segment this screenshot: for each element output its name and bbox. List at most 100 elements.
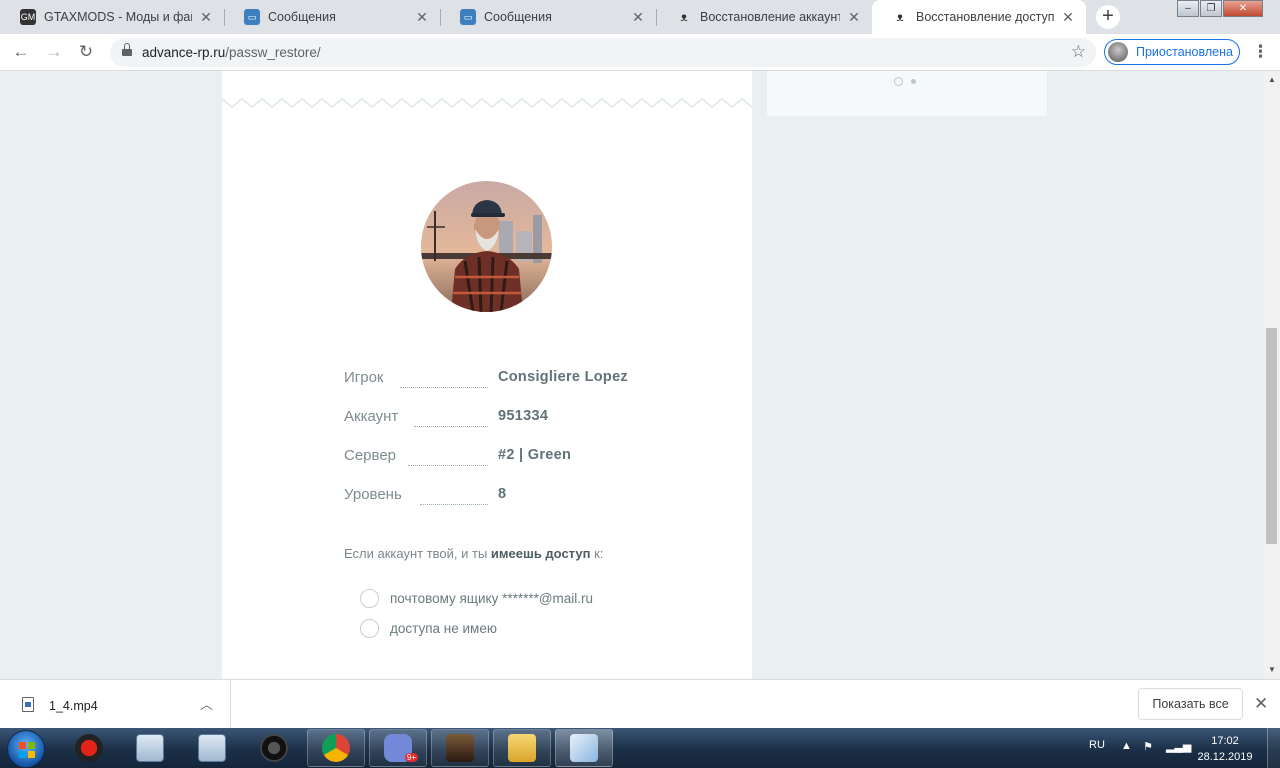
language-indicator[interactable]: RU: [1089, 739, 1105, 751]
tab-access-restore[interactable]: ᴥ Восстановление доступа | A ✕: [872, 0, 1086, 34]
downloads-bar: 1_4.mp4 ︿ Показать все ✕: [0, 679, 1280, 729]
field-value: Consigliere Lopez: [498, 369, 628, 385]
dotted-leader: [408, 464, 488, 466]
option-email[interactable]: почтовому ящику *******@mail.ru: [360, 588, 593, 608]
taskbar-app-notepad-2[interactable]: [183, 729, 241, 767]
maximize-button[interactable]: ❐: [1200, 0, 1222, 17]
radio-button[interactable]: [360, 618, 379, 638]
taskbar-app-explorer[interactable]: [493, 729, 551, 767]
reload-icon[interactable]: ↻: [74, 40, 98, 64]
slider-dots: [894, 77, 916, 86]
back-icon[interactable]: ←: [9, 40, 33, 64]
slider-dot-active[interactable]: [894, 77, 903, 86]
taskbar-app-notepad-1[interactable]: [121, 729, 179, 767]
close-icon[interactable]: ✕: [846, 9, 862, 25]
forward-icon[interactable]: →: [42, 40, 66, 64]
chat-icon: ▭: [460, 9, 476, 25]
option-label: почтовому ящику *******@mail.ru: [390, 590, 594, 606]
kebab-menu-icon[interactable]: ⋮: [1252, 40, 1269, 64]
show-all-downloads-button[interactable]: Показать все: [1138, 688, 1243, 720]
record-icon: [75, 734, 103, 762]
taskbar-app-discord[interactable]: 9+: [369, 729, 427, 767]
window-controls: – ❐ ✕: [1176, 0, 1263, 20]
avatar: [1108, 42, 1128, 62]
tab-account-restore[interactable]: ᴥ Восстановление аккаунтов ✕: [656, 0, 872, 34]
taskbar-app-recorder[interactable]: [60, 729, 118, 767]
scroll-down-icon[interactable]: ▼: [1268, 665, 1276, 674]
chevron-up-icon[interactable]: ︿: [200, 694, 213, 713]
close-icon[interactable]: ✕: [1254, 694, 1268, 714]
radio-button[interactable]: [360, 588, 379, 608]
field-label: Уровень: [344, 486, 402, 503]
document-icon: [198, 734, 226, 762]
windows-logo-icon: [19, 742, 35, 758]
field-value: 8: [498, 486, 507, 502]
info-row-player: Игрок Consigliere Lopez: [344, 369, 664, 389]
field-label: Аккаунт: [344, 408, 399, 425]
dotted-leader: [414, 425, 488, 427]
dotted-leader: [420, 503, 488, 505]
tab-messages-2[interactable]: ▭ Сообщения ✕: [440, 0, 656, 34]
field-label: Игрок: [344, 369, 384, 386]
close-icon[interactable]: ✕: [414, 9, 430, 25]
network-signal-icon[interactable]: ▂▃▅: [1166, 740, 1191, 753]
tab-messages-1[interactable]: ▭ Сообщения ✕: [224, 0, 440, 34]
page-scrollbar[interactable]: ▲ ▼: [1264, 71, 1280, 679]
minimize-button[interactable]: –: [1177, 0, 1199, 17]
download-item[interactable]: 1_4.mp4 ︿: [0, 680, 231, 729]
show-desktop-button[interactable]: [1267, 728, 1280, 768]
paint-icon: [570, 734, 598, 762]
notification-badge: 9+: [404, 753, 418, 762]
advance-rp-icon: ᴥ: [680, 10, 688, 24]
access-question: Если аккаунт твой, и ты имеешь доступ к:: [344, 546, 604, 561]
bookmark-star-icon[interactable]: ☆: [1071, 42, 1086, 62]
option-no-access[interactable]: доступа не имею: [360, 618, 497, 638]
obs-icon: [260, 734, 288, 762]
start-button[interactable]: [7, 730, 45, 768]
info-row-server: Сервер #2 | Green: [344, 447, 664, 467]
video-file-icon: [22, 697, 34, 712]
close-icon[interactable]: ✕: [198, 9, 214, 25]
close-icon[interactable]: ✕: [630, 9, 646, 25]
gtaxmods-icon: GM: [20, 9, 36, 25]
tab-title: Восстановление доступа | A: [916, 10, 1054, 24]
info-row-level: Уровень 8: [344, 486, 664, 506]
page-viewport: Игрок Consigliere Lopez Аккаунт 951334 С…: [0, 71, 1264, 679]
scroll-up-icon[interactable]: ▲: [1268, 75, 1276, 84]
close-icon[interactable]: ✕: [1060, 9, 1076, 25]
tray-expand-icon[interactable]: ▲: [1121, 740, 1132, 752]
action-center-icon[interactable]: ⚑: [1143, 740, 1153, 753]
player-avatar: [421, 181, 552, 312]
slider-dot[interactable]: [911, 79, 916, 84]
url-text[interactable]: advance-rp.ru/passw_restore/: [142, 45, 321, 60]
taskbar-app-obs[interactable]: [245, 729, 303, 767]
field-value: 951334: [498, 408, 549, 424]
scrollbar-thumb[interactable]: [1266, 328, 1277, 544]
windows-taskbar: 9+ RU ▲ ⚑ ▂▃▅ 17:02 28.12.2019: [0, 728, 1280, 768]
tab-gtaxmods[interactable]: GM GTAXMODS - Моды и файлы ✕: [0, 0, 224, 34]
restore-card: Игрок Consigliere Lopez Аккаунт 951334 С…: [222, 71, 752, 679]
system-clock[interactable]: 17:02 28.12.2019: [1195, 733, 1255, 765]
slider-box: [767, 71, 1047, 116]
field-label: Сервер: [344, 447, 397, 464]
clock-date: 28.12.2019: [1197, 751, 1253, 763]
tab-strip: GM GTAXMODS - Моды и файлы ✕ ▭ Сообщения…: [0, 0, 1280, 34]
browser-toolbar: ← → ↻ advance-rp.ru/passw_restore/ ☆ При…: [0, 34, 1280, 71]
chrome-icon: [322, 734, 350, 762]
profile-button[interactable]: Приостановлена: [1104, 39, 1240, 65]
profile-label: Приостановлена: [1136, 45, 1233, 59]
taskbar-app-game[interactable]: [431, 729, 489, 767]
window-close-button[interactable]: ✕: [1223, 0, 1263, 17]
taskbar-app-paint[interactable]: [555, 729, 613, 767]
lock-icon: [122, 43, 132, 56]
chat-icon: ▭: [244, 9, 260, 25]
address-bar[interactable]: advance-rp.ru/passw_restore/ ☆: [110, 38, 1096, 67]
new-tab-button[interactable]: +: [1096, 5, 1120, 29]
dotted-leader: [400, 386, 488, 388]
zigzag-divider: [222, 97, 752, 109]
field-value: #2 | Green: [498, 447, 572, 463]
taskbar-app-chrome[interactable]: [307, 729, 365, 767]
download-file-name[interactable]: 1_4.mp4: [49, 699, 98, 713]
tab-title: Восстановление аккаунтов: [700, 10, 840, 24]
folder-icon: [508, 734, 536, 762]
